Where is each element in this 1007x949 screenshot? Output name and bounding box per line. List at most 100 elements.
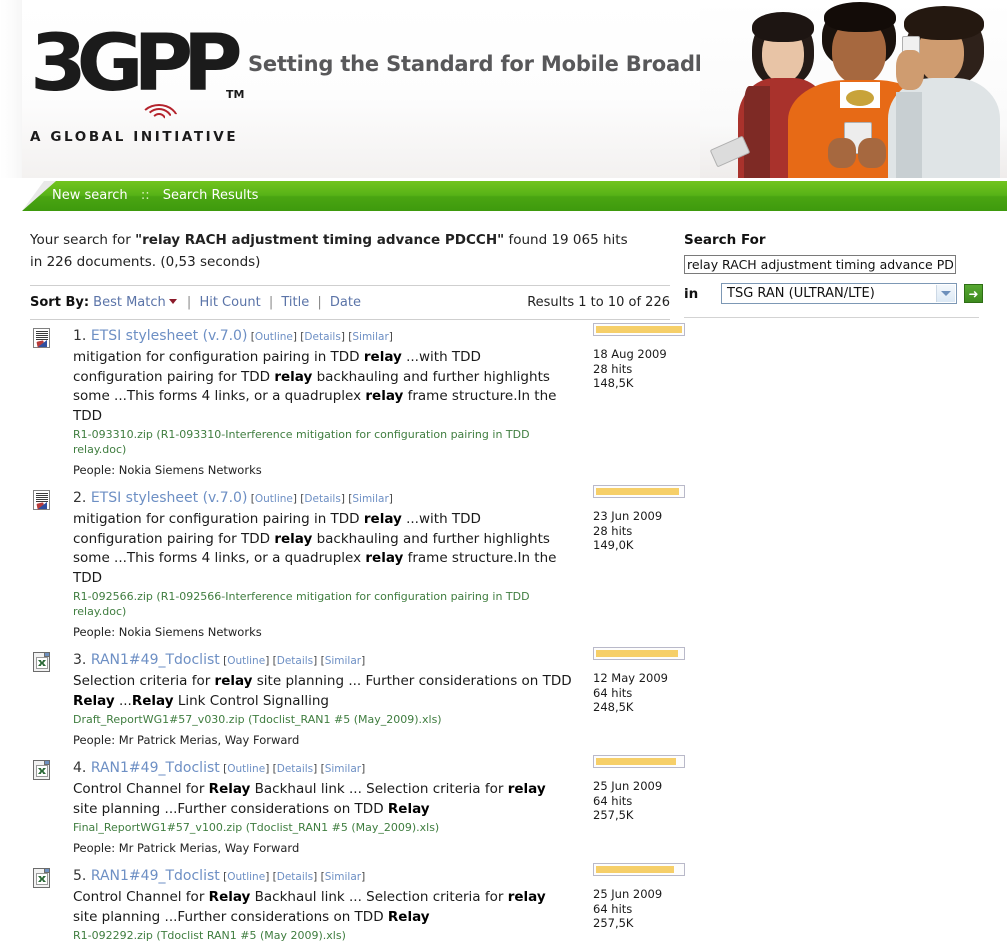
search-input[interactable]	[684, 255, 956, 274]
header-slogan: Setting the Standard for Mobile Broadban…	[248, 52, 754, 76]
chevron-down-icon[interactable]	[936, 285, 955, 302]
result-action-details: [Details]	[297, 331, 345, 343]
result-title-link[interactable]: ETSI stylesheet (v.7.0)	[91, 490, 248, 506]
result-people: People: Mr Patrick Merias, Way Forward	[73, 733, 300, 747]
scope-select[interactable]: TSG RAN (ULTRAN/LTE)	[721, 283, 957, 304]
result-title-link[interactable]: RAN1#49_Tdoclist	[91, 760, 220, 776]
snippet-text: site planning ...Further considerations …	[73, 800, 388, 817]
result-item: 2. ETSI stylesheet (v.7.0) [Outline] [De…	[30, 484, 685, 646]
result-action-outline: [Outline]	[220, 763, 269, 775]
relevance-bar	[593, 755, 685, 768]
result-action-similar: [Similar]	[317, 655, 366, 667]
snippet-text: Link Control Signalling	[173, 692, 329, 709]
relevance-bar-fill	[596, 326, 682, 333]
result-action-similar: [Similar]	[345, 493, 393, 505]
link-details[interactable]: Details	[277, 763, 313, 775]
excel-document-icon	[33, 868, 51, 888]
bracket-open: [	[219, 871, 228, 883]
chevron-down-icon[interactable]	[168, 299, 177, 304]
link-similar[interactable]: Similar	[325, 871, 361, 883]
result-hits: 64 hits	[593, 685, 633, 700]
link-outline[interactable]: Outline	[255, 331, 293, 343]
nav-fold-icon	[22, 181, 44, 211]
snippet-highlight: relay	[363, 349, 402, 365]
result-body: 4. RAN1#49_Tdoclist [Outline] [Details] …	[73, 758, 578, 856]
result-filename[interactable]: Draft_ReportWG1#57_v030.zip (Tdoclist_RA…	[73, 712, 573, 727]
results-range-label: Results 1 to 10 of 226	[527, 295, 670, 310]
link-outline[interactable]: Outline	[227, 763, 265, 775]
nav-link-search-results[interactable]: Search Results	[163, 181, 259, 211]
word-document-icon-glyph	[33, 490, 50, 510]
result-title-line: 2. ETSI stylesheet (v.7.0) [Outline] [De…	[73, 488, 578, 509]
result-item: 5. RAN1#49_Tdoclist [Outline] [Details] …	[30, 862, 685, 949]
submit-search-button[interactable]: ➜	[964, 284, 983, 303]
relevance-bar-fill	[596, 650, 678, 657]
bracket-close: ]	[361, 871, 366, 883]
search-for-label: Search For	[684, 232, 766, 248]
link-details[interactable]: Details	[277, 871, 313, 883]
snippet-highlight: relay	[365, 388, 404, 404]
result-meta-text: 23 Jun 2009 28 hits 149,0K	[593, 509, 688, 553]
sort-option-best-match[interactable]: Best Match	[93, 295, 166, 310]
relevance-bar-fill	[596, 866, 675, 873]
sort-option-hit-count[interactable]: Hit Count	[199, 295, 260, 310]
result-action-details: [Details]	[269, 655, 318, 667]
result-index: 5.	[73, 868, 91, 884]
link-details[interactable]: Details	[277, 655, 313, 667]
result-action-outline: [Outline]	[219, 871, 269, 883]
snippet-highlight: relay	[274, 368, 313, 385]
link-outline[interactable]: Outline	[227, 655, 265, 667]
result-date: 25 Jun 2009	[593, 779, 663, 793]
snippet-text: mitigation for configuration pairing in …	[73, 511, 364, 527]
result-meta: 12 May 2009 64 hits 248,5K	[593, 646, 688, 715]
result-filename[interactable]: R1-092566.zip (R1-092566-Interference mi…	[73, 589, 573, 619]
result-index: 4.	[73, 760, 91, 776]
snippet-text: Backhaul link ... Selection criteria for	[250, 781, 508, 797]
result-date: 23 Jun 2009	[593, 509, 663, 523]
snippet-text: ...	[114, 692, 132, 709]
link-details[interactable]: Details	[304, 493, 340, 505]
result-date: 25 Jun 2009	[593, 887, 663, 901]
result-body: 5. RAN1#49_Tdoclist [Outline] [Details] …	[73, 866, 578, 943]
sort-option-title[interactable]: Title	[281, 295, 309, 310]
navigation-bar: New search :: Search Results	[0, 181, 1007, 211]
link-similar[interactable]: Similar	[352, 331, 388, 343]
result-body: 2. ETSI stylesheet (v.7.0) [Outline] [De…	[73, 488, 578, 640]
link-similar[interactable]: Similar	[325, 763, 361, 775]
result-meta: 23 Jun 2009 28 hits 149,0K	[593, 484, 688, 553]
link-similar[interactable]: Similar	[325, 655, 361, 667]
result-title-link[interactable]: RAN1#49_Tdoclist	[91, 652, 220, 668]
signal-waves-icon	[138, 104, 180, 120]
header-left-edge	[0, 0, 22, 178]
result-snippet: mitigation for configuration pairing in …	[73, 348, 573, 426]
link-outline[interactable]: Outline	[227, 871, 265, 883]
summary-query: "relay RACH adjustment timing advance PD…	[135, 232, 505, 248]
search-summary: Your search for "relay RACH adjustment t…	[30, 211, 642, 273]
result-title-link[interactable]: ETSI stylesheet (v.7.0)	[91, 328, 248, 344]
3gpp-logo[interactable]: 3GPP TM A GLOBAL INITIATIVE	[30, 16, 245, 146]
result-body: 1. ETSI stylesheet (v.7.0) [Outline] [De…	[73, 326, 578, 478]
snippet-highlight: relay	[363, 511, 402, 527]
bracket-open: [	[317, 871, 325, 883]
result-title-link[interactable]: RAN1#49_Tdoclist	[91, 868, 220, 884]
result-filename[interactable]: R1-093310.zip (R1-093310-Interference mi…	[73, 427, 573, 457]
arrow-right-icon: ➜	[968, 286, 979, 301]
link-outline[interactable]: Outline	[255, 493, 293, 505]
nav-link-new-search[interactable]: New search	[52, 181, 128, 211]
snippet-highlight: Relay	[387, 800, 430, 817]
link-details[interactable]: Details	[304, 331, 340, 343]
result-filename[interactable]: Final_ReportWG1#57_v100.zip (Tdoclist_RA…	[73, 820, 573, 835]
sort-by-label: Sort By:	[30, 295, 90, 310]
snippet-highlight: Relay	[73, 692, 115, 709]
snippet-text: mitigation for configuration pairing in …	[73, 349, 364, 365]
nav-items: New search :: Search Results	[52, 181, 258, 211]
sort-option-date[interactable]: Date	[330, 295, 361, 310]
result-meta: 25 Jun 2009 64 hits 257,5K	[593, 862, 688, 931]
link-similar[interactable]: Similar	[352, 493, 388, 505]
result-filename[interactable]: R1-092292.zip (Tdoclist RAN1 #5 (May 200…	[73, 928, 573, 943]
result-meta-text: 12 May 2009 64 hits 248,5K	[593, 671, 688, 715]
snippet-text: site planning ...Further considerations …	[73, 908, 388, 925]
relevance-bar	[593, 485, 685, 498]
snippet-highlight: Relay	[131, 692, 174, 709]
in-label: in	[684, 285, 699, 302]
